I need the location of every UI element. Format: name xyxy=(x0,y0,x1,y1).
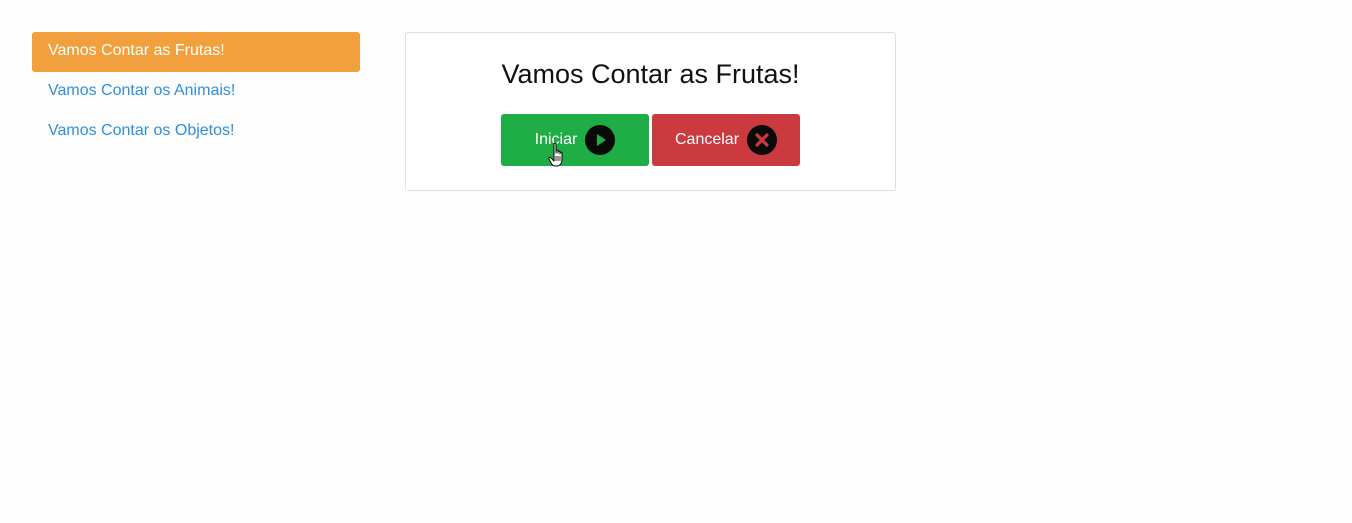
sidebar-item-animais[interactable]: Vamos Contar os Animais! xyxy=(32,72,360,112)
sidebar-item-objetos[interactable]: Vamos Contar os Objetos! xyxy=(32,112,360,152)
cancel-button[interactable]: Cancelar xyxy=(652,114,800,166)
activity-panel: Vamos Contar as Frutas! Iniciar Cancelar xyxy=(405,32,896,191)
cancel-button-label: Cancelar xyxy=(674,131,740,148)
start-button-label: Iniciar xyxy=(534,131,578,148)
play-icon xyxy=(585,125,616,155)
sidebar-item-frutas[interactable]: Vamos Contar as Frutas! xyxy=(32,32,360,72)
page-title: Vamos Contar as Frutas! xyxy=(501,59,800,89)
sidebar-nav: Vamos Contar as Frutas! Vamos Contar os … xyxy=(32,32,360,152)
close-icon xyxy=(747,125,778,155)
start-button[interactable]: Iniciar xyxy=(501,114,649,166)
